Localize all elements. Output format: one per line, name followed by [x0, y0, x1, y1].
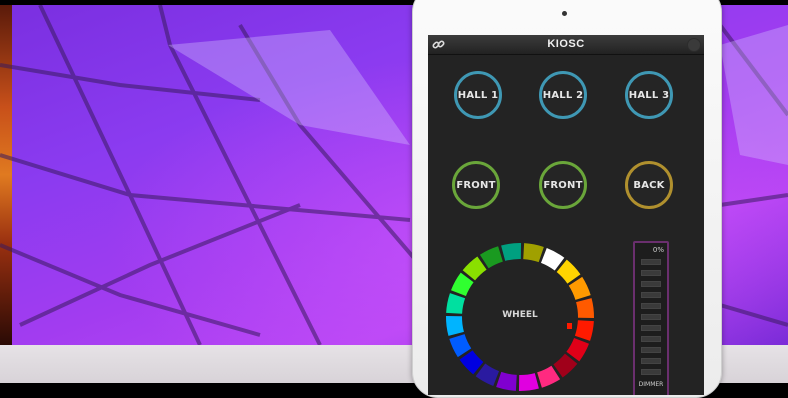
wheel-segment[interactable]: [462, 256, 487, 281]
front-button-2[interactable]: FRONT: [539, 161, 587, 209]
wheel-label: WHEEL: [502, 310, 538, 320]
wheel-segment[interactable]: [479, 246, 503, 269]
wheel-segment[interactable]: [449, 334, 472, 358]
app-screen: KIOSC HALL 1 HALL 2 HALL 3 FRONT FRONT B…: [428, 35, 704, 395]
dimmer-segment: [641, 259, 661, 265]
scene: KIOSC HALL 1 HALL 2 HALL 3 FRONT FRONT B…: [0, 0, 788, 398]
wheel-segment[interactable]: [568, 276, 591, 300]
dimmer-segment: [641, 369, 661, 375]
wheel-segment[interactable]: [537, 365, 561, 388]
dimmer-segment: [641, 292, 661, 298]
wheel-segment[interactable]: [501, 243, 522, 261]
dimmer-segment: [641, 281, 661, 287]
dimmer-segment: [641, 347, 661, 353]
back-button[interactable]: BACK: [625, 161, 673, 209]
wheel-segment[interactable]: [459, 350, 484, 375]
hall-1-button[interactable]: HALL 1: [454, 71, 502, 119]
wheel-segment[interactable]: [446, 315, 464, 336]
dimmer-segment: [641, 314, 661, 320]
wheel-segment[interactable]: [518, 373, 539, 391]
tablet-camera: [562, 11, 567, 16]
wheel-segment[interactable]: [553, 353, 578, 378]
wheel-selection-marker: [567, 323, 572, 329]
wheel-segment[interactable]: [556, 259, 581, 284]
dimmer-slider[interactable]: 0% DIMMER: [633, 241, 669, 395]
wheel-segment[interactable]: [574, 320, 594, 341]
front-button-1[interactable]: FRONT: [452, 161, 500, 209]
menu-dot-icon[interactable]: [687, 38, 701, 52]
dimmer-segment: [641, 325, 661, 331]
dimmer-segment: [641, 336, 661, 342]
dimmer-segment: [641, 358, 661, 364]
wheel-segment[interactable]: [576, 298, 594, 319]
color-wheel[interactable]: WHEEL: [440, 237, 600, 395]
app-titlebar: KIOSC: [428, 35, 704, 55]
app-title: KIOSC: [547, 38, 585, 50]
wheel-segment[interactable]: [496, 371, 517, 391]
wheel-segment[interactable]: [523, 243, 544, 263]
dimmer-segment: [641, 270, 661, 276]
hall-2-button[interactable]: HALL 2: [539, 71, 587, 119]
dimmer-label: DIMMER: [638, 381, 664, 388]
dimmer-value: 0%: [652, 246, 664, 254]
dimmer-segment: [641, 303, 661, 309]
hall-3-button[interactable]: HALL 3: [625, 71, 673, 119]
wheel-segment[interactable]: [446, 293, 466, 314]
